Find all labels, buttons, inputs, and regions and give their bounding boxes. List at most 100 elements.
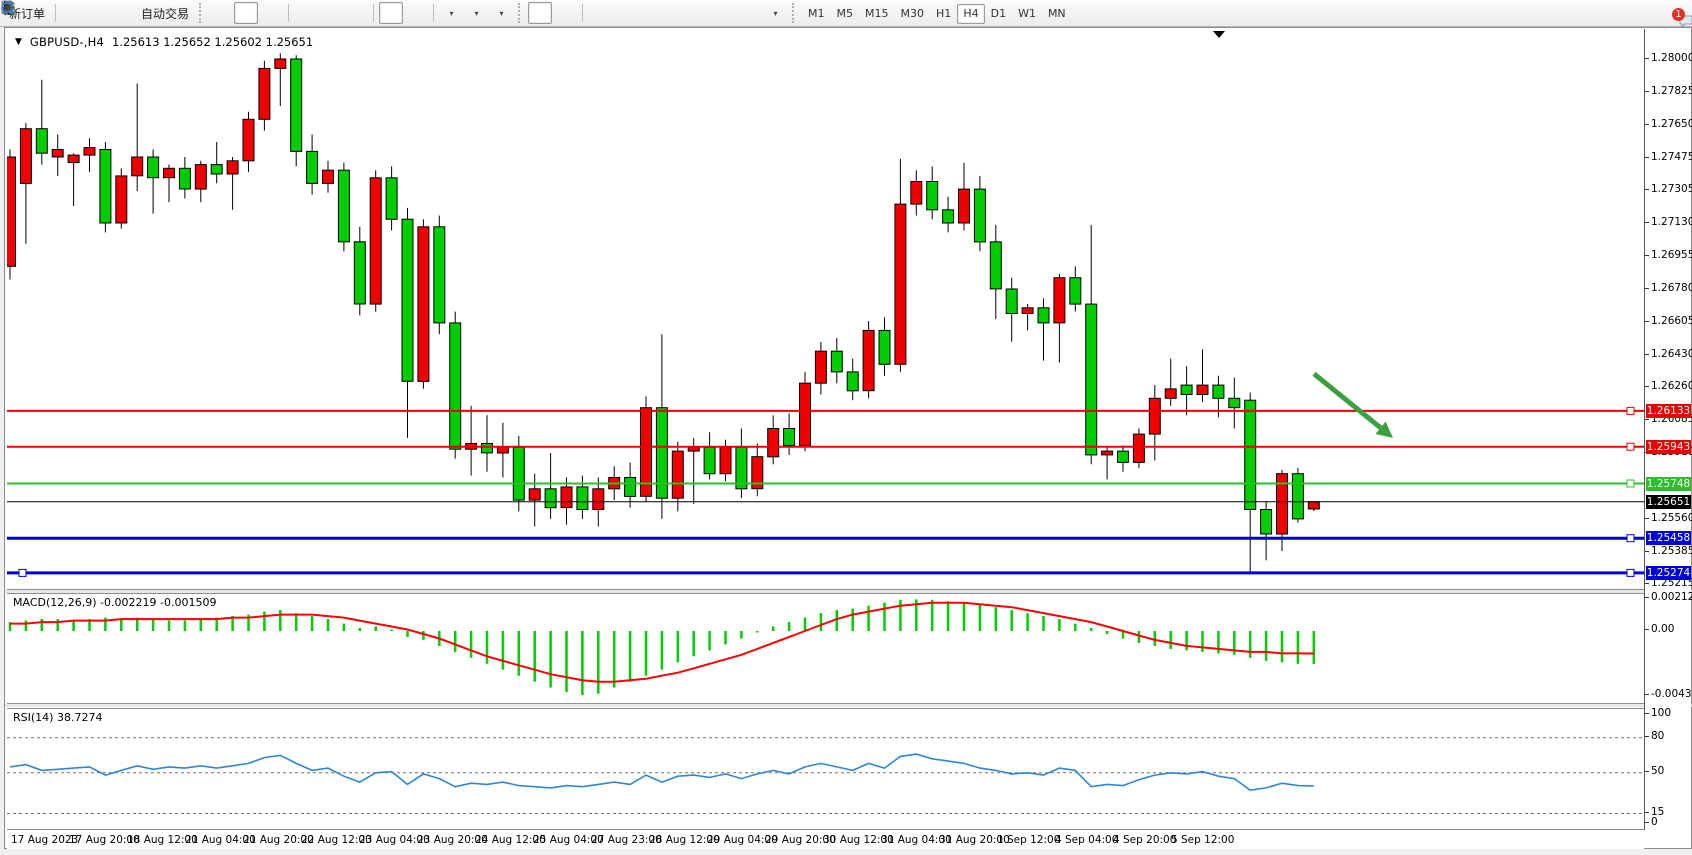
candle — [656, 408, 667, 499]
tile-windows-button[interactable] — [344, 2, 368, 24]
line-handle[interactable] — [1627, 535, 1634, 542]
price-tick-label: 1.27305 — [1651, 183, 1692, 195]
candle — [164, 168, 175, 177]
candle — [68, 155, 79, 163]
auto-trading-button[interactable]: 自动交易 — [136, 2, 194, 24]
price-pane[interactable]: ▼ GBPUSD-,H4 1.25613 1.25652 1.25602 1.2… — [7, 29, 1644, 590]
toolbar-separator — [582, 4, 583, 22]
macd-tick-label: 0.00 — [1651, 623, 1674, 635]
candle — [625, 478, 636, 497]
periods-button[interactable]: ▾ — [464, 2, 488, 24]
candle — [974, 189, 985, 242]
price-tick-label: 1.26605 — [1651, 315, 1692, 327]
templates-button[interactable]: ▾ — [489, 2, 513, 24]
macd-pane[interactable]: MACD(12,26,9) -0.002219 -0.001509 — [7, 593, 1644, 704]
candle — [1149, 398, 1160, 434]
pane-splitter[interactable] — [5, 704, 1692, 707]
timeframe-button-d1[interactable]: D1 — [985, 4, 1012, 24]
candle — [116, 176, 127, 223]
candle — [959, 189, 970, 223]
price-tick-label: 1.26780 — [1651, 282, 1692, 294]
candle — [577, 487, 588, 510]
price-tick-label: 1.26260 — [1651, 380, 1692, 392]
candle — [418, 227, 429, 382]
trendline-tool-button[interactable] — [638, 2, 662, 24]
chart-menu-icon[interactable]: ▼ — [15, 37, 22, 47]
chart-shift-button[interactable] — [404, 2, 428, 24]
zoom-in-button[interactable] — [294, 2, 318, 24]
candle — [1133, 434, 1144, 462]
timeframe-group: M1M5M15M30H1H4D1W1MN — [802, 2, 1072, 24]
candle — [36, 129, 47, 154]
timeframe-button-w1[interactable]: W1 — [1012, 4, 1042, 24]
candle — [1229, 398, 1240, 407]
candle — [1070, 278, 1081, 304]
cursor-tool-button[interactable] — [528, 2, 552, 24]
candle — [7, 157, 16, 266]
channel-tool-button[interactable]: E — [663, 2, 687, 24]
indicators-button[interactable]: ▾ — [439, 2, 463, 24]
candle — [275, 59, 286, 68]
rsi-pane[interactable]: RSI(14) 38.7274 — [7, 708, 1644, 830]
timeframe-button-mn[interactable]: MN — [1042, 4, 1072, 24]
toolbar-separator — [373, 4, 374, 22]
line-handle[interactable] — [1627, 443, 1634, 450]
price-axis[interactable]: 1.280001.278251.276501.274751.273051.271… — [1644, 29, 1691, 830]
macd-label: MACD(12,26,9) -0.002219 -0.001509 — [13, 596, 216, 609]
timeframe-button-h1[interactable]: H1 — [930, 4, 957, 24]
macd-canvas[interactable] — [7, 594, 1644, 705]
candle — [323, 170, 334, 183]
candle — [513, 447, 524, 500]
toolbar-grip[interactable] — [518, 3, 523, 23]
bar-chart-button[interactable] — [209, 2, 233, 24]
chart-shift-marker[interactable] — [1213, 31, 1225, 38]
line-handle[interactable] — [1627, 407, 1634, 414]
candle — [195, 165, 206, 190]
line-handle[interactable] — [1627, 480, 1634, 487]
toolbar-grip[interactable] — [199, 3, 204, 23]
line-handle[interactable] — [1627, 569, 1634, 576]
label-tool-button[interactable]: T — [738, 2, 762, 24]
candle — [1102, 451, 1113, 455]
candle — [815, 351, 826, 383]
candlestick-chart-button[interactable] — [234, 2, 258, 24]
text-tool-button[interactable]: A — [713, 2, 737, 24]
candle — [1181, 385, 1192, 394]
crosshair-tool-button[interactable] — [553, 2, 577, 24]
arrows-tool-button[interactable]: ▾ — [763, 2, 787, 24]
vertical-line-tool-button[interactable] — [588, 2, 612, 24]
rsi-canvas[interactable] — [7, 709, 1644, 831]
candle — [1022, 308, 1033, 314]
zoom-out-button[interactable] — [319, 2, 343, 24]
candle — [1165, 389, 1176, 398]
auto-scroll-button[interactable] — [379, 2, 403, 24]
candle — [1292, 474, 1303, 519]
toolbar-grip[interactable] — [792, 3, 797, 23]
search-icon[interactable] — [0, 0, 16, 16]
candle — [497, 447, 508, 453]
market-button[interactable] — [61, 2, 85, 24]
main-toolbar: 新订单 自动交易 ▾ ▾ — [0, 0, 1692, 27]
candle — [1245, 400, 1256, 509]
horizontal-line-tool-button[interactable] — [613, 2, 637, 24]
signals-button[interactable] — [111, 2, 135, 24]
time-axis[interactable]: 17 Aug 202317 Aug 20:0018 Aug 12:0021 Au… — [7, 831, 1644, 849]
candle — [1038, 308, 1049, 323]
macd-main-value: -0.002219 — [100, 596, 156, 609]
timeframe-button-m1[interactable]: M1 — [802, 4, 831, 24]
candle — [84, 148, 95, 156]
timeframe-button-h4[interactable]: H4 — [957, 4, 984, 24]
fibonacci-tool-button[interactable]: F — [688, 2, 712, 24]
timeframe-button-m5[interactable]: M5 — [831, 4, 860, 24]
line-handle[interactable] — [19, 569, 26, 576]
candle — [291, 59, 302, 151]
timeframe-button-m15[interactable]: M15 — [859, 4, 895, 24]
candle — [1308, 502, 1319, 509]
candle — [20, 129, 31, 184]
annotation-arrow[interactable] — [1314, 374, 1381, 428]
macd-tick-label: 0.002121 — [1651, 591, 1692, 603]
line-chart-button[interactable] — [259, 2, 283, 24]
timeframe-button-m30[interactable]: M30 — [895, 4, 931, 24]
community-button[interactable] — [86, 2, 110, 24]
price-chart-canvas[interactable] — [7, 29, 1644, 590]
